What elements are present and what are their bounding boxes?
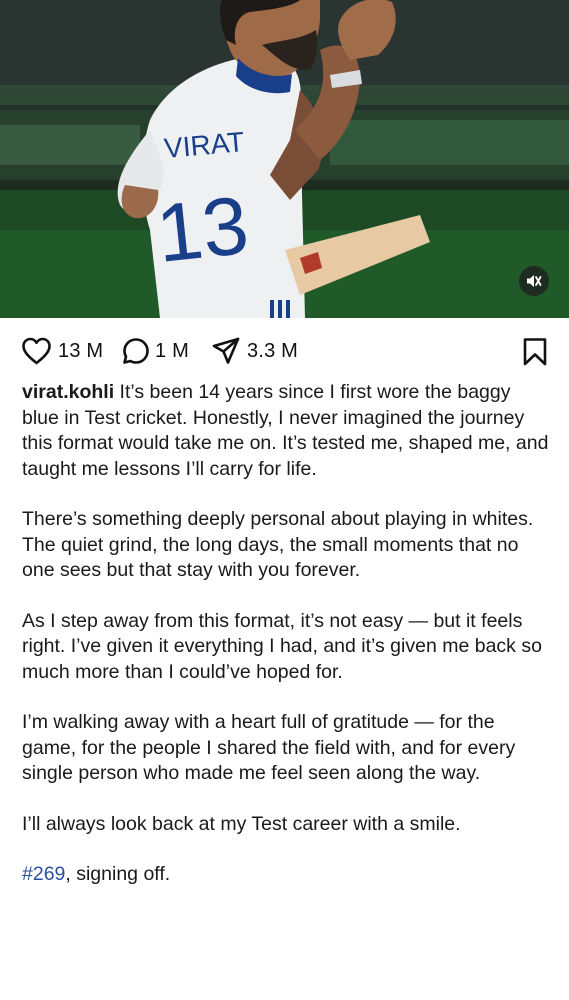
- shares-count: 3.3 M: [247, 339, 299, 362]
- caption-paragraph: I’ll always look back at my Test career …: [22, 812, 461, 835]
- like-button[interactable]: 13 M: [21, 337, 103, 365]
- share-button[interactable]: 3.3 M: [211, 336, 298, 366]
- caption-paragraph: I’m walking away with a heart full of gr…: [22, 711, 516, 784]
- caption-paragraph: There’s something deeply personal about …: [22, 508, 534, 581]
- comment-icon: [123, 338, 149, 364]
- send-icon: [212, 337, 240, 364]
- caption-paragraph: virat.kohli It’s been 14 years since I f…: [22, 380, 552, 482]
- post-media[interactable]: VIRAT 13: [0, 0, 569, 318]
- caption-signoff: #269, signing off.: [22, 862, 552, 888]
- post-actions-bar: 13 M 1 M 3.3 M: [0, 318, 569, 380]
- heart-icon: [22, 337, 51, 365]
- hashtag-link[interactable]: #269: [22, 863, 65, 885]
- caption-paragraph: As I step away from this format, it’s no…: [22, 609, 542, 683]
- bookmark-icon: [523, 338, 547, 366]
- post-caption: virat.kohli It’s been 14 years since I f…: [22, 380, 552, 913]
- comment-button[interactable]: 1 M: [121, 336, 189, 366]
- speaker-muted-icon: [527, 275, 542, 287]
- mute-button[interactable]: [519, 266, 549, 296]
- save-button[interactable]: [522, 337, 548, 367]
- likes-count: 13 M: [58, 339, 104, 362]
- jersey-number: 13: [152, 180, 252, 280]
- comments-count: 1 M: [155, 339, 189, 362]
- username-link[interactable]: virat.kohli: [22, 381, 114, 403]
- signoff-text: , signing off.: [65, 863, 171, 885]
- cricketer-photo: VIRAT 13: [0, 0, 569, 318]
